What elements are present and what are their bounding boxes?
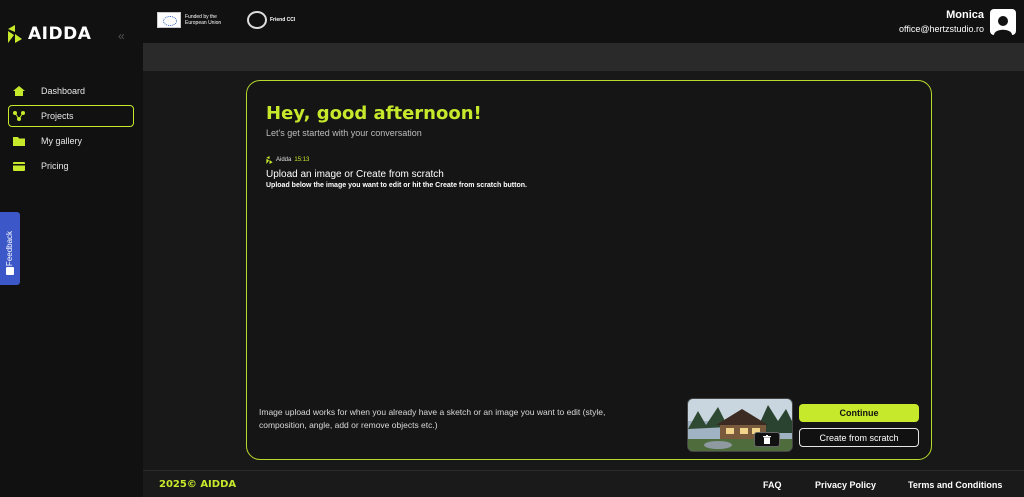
faq-link[interactable]: FAQ bbox=[763, 480, 782, 490]
message-meta: Aidda 15:13 bbox=[266, 156, 309, 164]
sidebar-item-projects[interactable]: Projects bbox=[8, 105, 134, 127]
upload-hint: Image upload works for when you already … bbox=[259, 407, 606, 430]
sidebar-item-gallery[interactable]: My gallery bbox=[8, 130, 134, 152]
terms-link[interactable]: Terms and Conditions bbox=[908, 480, 1002, 490]
feedback-tab[interactable]: Feedback bbox=[0, 212, 20, 285]
sidebar-item-label: Dashboard bbox=[41, 86, 86, 96]
sidebar-item-label: Pricing bbox=[41, 161, 69, 171]
message-sender: Aidda bbox=[276, 157, 292, 163]
trash-icon bbox=[763, 435, 771, 444]
conversation-card: Hey, good afternoon! Let's get started w… bbox=[246, 80, 932, 460]
friend-cci-text: Friend CCI bbox=[270, 17, 296, 23]
friend-cci-logo-icon bbox=[247, 11, 267, 29]
message-title: Upload an image or Create from scratch bbox=[266, 169, 444, 180]
page-title: Hey, good afternoon! bbox=[266, 103, 482, 124]
sidebar-item-dashboard[interactable]: Dashboard bbox=[8, 80, 134, 102]
network-icon bbox=[13, 111, 25, 121]
aidda-logo-icon bbox=[8, 25, 22, 43]
brand-name: AIDDA bbox=[28, 24, 92, 44]
sidebar-nav: Dashboard Projects My gallery Pricing bbox=[8, 80, 134, 180]
sidebar-item-label: Projects bbox=[41, 111, 74, 121]
user-name: Monica bbox=[946, 9, 984, 21]
aidda-logo-icon bbox=[266, 156, 273, 164]
user-icon bbox=[994, 16, 1012, 35]
eu-flag-icon bbox=[157, 12, 181, 28]
message-time: 15:13 bbox=[294, 157, 310, 163]
friend-cci-badge: Friend CCI bbox=[247, 11, 295, 29]
sidebar-item-label: My gallery bbox=[41, 136, 83, 146]
privacy-policy-link[interactable]: Privacy Policy bbox=[815, 480, 876, 490]
wallet-icon bbox=[13, 162, 25, 171]
message-body: Upload below the image you want to edit … bbox=[266, 182, 527, 189]
avatar[interactable] bbox=[990, 9, 1016, 35]
footer: 2025© AIDDA FAQ Privacy Policy Terms and… bbox=[143, 470, 1024, 497]
chevron-double-left-icon[interactable]: « bbox=[118, 29, 125, 43]
sub-header-bar bbox=[143, 43, 1024, 71]
eu-funding-badge: Funded by the European Union bbox=[157, 12, 225, 28]
user-info[interactable]: Monica office@hertzstudio.ro bbox=[899, 9, 984, 34]
sidebar: AIDDA « Dashboard Projects My gallery Pr… bbox=[0, 0, 143, 497]
home-icon bbox=[13, 86, 25, 96]
top-header: Funded by the European Union Friend CCI … bbox=[143, 0, 1024, 43]
delete-image-button[interactable] bbox=[754, 432, 780, 447]
user-email: office@hertzstudio.ro bbox=[898, 24, 984, 34]
continue-button[interactable]: Continue bbox=[799, 404, 919, 422]
folder-icon bbox=[13, 137, 25, 146]
eu-funding-text: Funded by the European Union bbox=[185, 14, 222, 26]
app: AIDDA « Dashboard Projects My gallery Pr… bbox=[0, 0, 1024, 497]
uploaded-image-thumbnail[interactable] bbox=[687, 398, 793, 452]
copyright: 2025© AIDDA bbox=[159, 479, 237, 490]
feedback-label: Feedback bbox=[5, 230, 15, 267]
feedback-icon bbox=[6, 267, 14, 275]
page-subtitle: Let's get started with your conversation bbox=[266, 128, 422, 138]
create-from-scratch-button[interactable]: Create from scratch bbox=[799, 428, 919, 447]
logo[interactable]: AIDDA bbox=[8, 24, 91, 44]
sidebar-item-pricing[interactable]: Pricing bbox=[8, 155, 134, 177]
